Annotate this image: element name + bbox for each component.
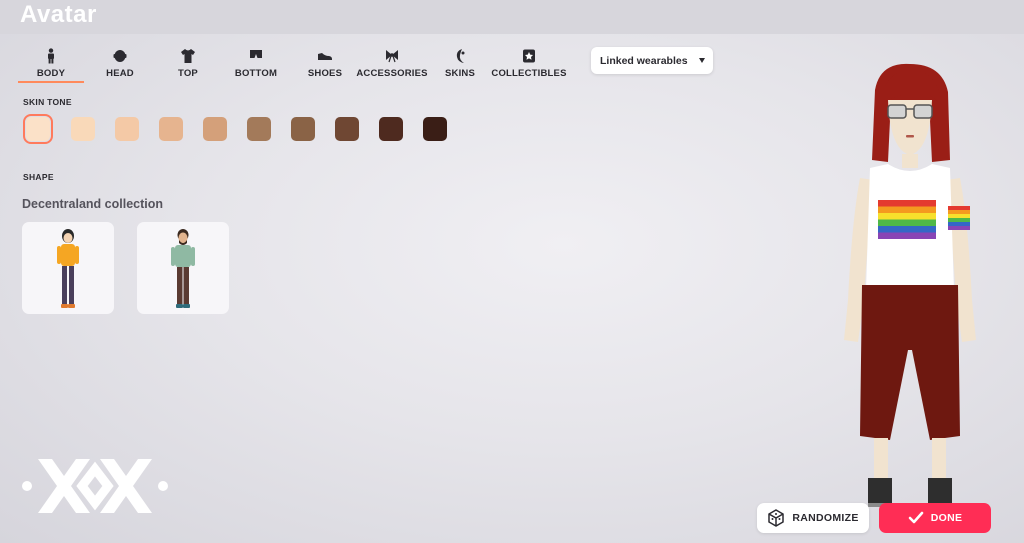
decentraland-xx-logo: [22, 459, 168, 513]
skin-tone-swatch[interactable]: [247, 117, 271, 141]
skin-tone-swatch[interactable]: [423, 117, 447, 141]
done-label: DONE: [930, 512, 963, 524]
skin-tone-swatch[interactable]: [335, 117, 359, 141]
caret-down-icon: [699, 58, 705, 63]
shirt-icon: [181, 49, 195, 63]
tab-label: BODY: [36, 68, 66, 79]
tab-label: COLLECTIBLES: [491, 68, 567, 79]
tab-label: ACCESSORIES: [356, 68, 428, 79]
skin-tone-label: SKIN TONE: [23, 97, 72, 107]
checkmark-icon: [908, 511, 924, 524]
skin-icon: [456, 49, 465, 63]
tab-head[interactable]: HEAD: [100, 46, 140, 82]
female-avatar-thumbnail: [57, 229, 79, 308]
tab-label: SKINS: [444, 68, 476, 79]
tab-shoes[interactable]: SHOES: [306, 46, 344, 82]
randomize-label: RANDOMIZE: [792, 512, 859, 524]
male-body-shape-card[interactable]: [137, 222, 229, 314]
avatar-preview[interactable]: [830, 60, 990, 520]
skin-tone-swatch[interactable]: [23, 114, 53, 144]
shoe-icon: [318, 53, 332, 60]
tab-accessories[interactable]: ACCESSORIES: [356, 46, 428, 82]
dice-icon: [768, 509, 785, 527]
randomize-button[interactable]: RANDOMIZE: [757, 503, 869, 533]
page-title: Avatar: [20, 1, 97, 28]
tab-top[interactable]: TOP: [171, 46, 205, 82]
top-bar: [0, 0, 1024, 34]
tab-bottom[interactable]: BOTTOM: [234, 46, 278, 82]
dropdown-value: Linked wearables: [600, 54, 688, 67]
skin-tone-swatch[interactable]: [203, 117, 227, 141]
shape-label: SHAPE: [23, 172, 54, 182]
skin-tone-swatch[interactable]: [159, 117, 183, 141]
head-icon: [113, 50, 127, 62]
tab-label: TOP: [178, 68, 198, 79]
male-avatar-thumbnail: [171, 229, 195, 308]
tab-label: BOTTOM: [234, 68, 278, 79]
tab-body[interactable]: BODY: [18, 46, 84, 83]
pants-icon: [250, 50, 262, 58]
tab-collectibles[interactable]: COLLECTIBLES: [491, 46, 566, 82]
skin-tone-swatch[interactable]: [71, 117, 95, 141]
skin-tone-swatch[interactable]: [379, 117, 403, 141]
linked-wearables-dropdown[interactable]: Linked wearables: [591, 47, 713, 74]
tab-label: HEAD: [106, 68, 134, 79]
body-icon: [48, 48, 54, 64]
skin-tone-swatch[interactable]: [291, 117, 315, 141]
done-button[interactable]: DONE: [879, 503, 991, 533]
female-body-shape-card[interactable]: [22, 222, 114, 314]
collection-title: Decentraland collection: [22, 197, 164, 211]
tab-label: SHOES: [307, 68, 343, 79]
tab-skins[interactable]: SKINS: [444, 46, 476, 82]
skin-tone-swatch[interactable]: [115, 117, 139, 141]
bow-icon: [386, 50, 398, 63]
collectible-icon: [523, 49, 535, 63]
